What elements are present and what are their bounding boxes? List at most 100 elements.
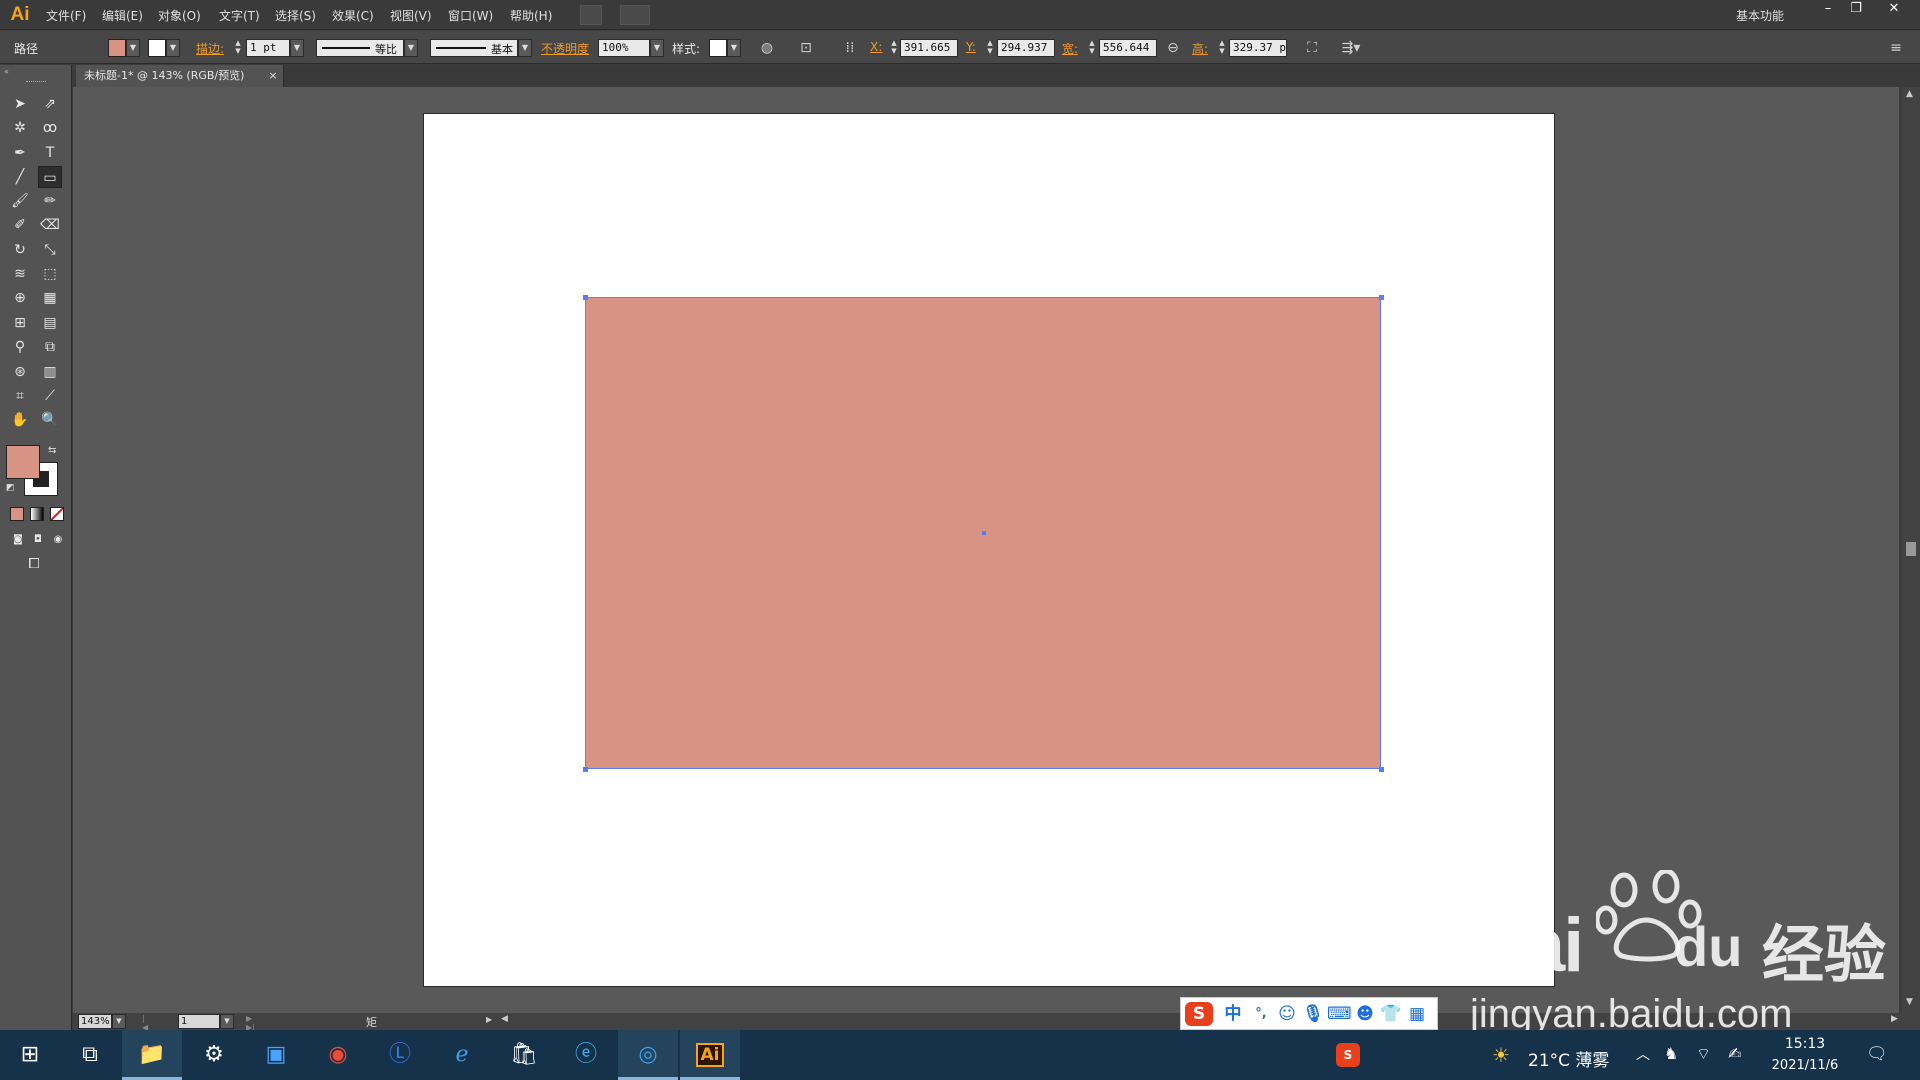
- artboard-dropdown[interactable]: ▼: [220, 1014, 234, 1029]
- scroll-up-icon[interactable]: ▲: [1906, 89, 1913, 99]
- clock-date[interactable]: 2021/11/6: [1760, 1058, 1850, 1073]
- menu-select[interactable]: 选择(S): [275, 7, 316, 25]
- ime-punctuation-label[interactable]: °,: [1249, 1002, 1273, 1026]
- recolor-artwork-icon[interactable]: ◍: [757, 38, 777, 58]
- pen-tool-icon[interactable]: ✒: [8, 142, 32, 164]
- column-graph-tool-icon[interactable]: ▥: [38, 361, 62, 383]
- y-label[interactable]: Y:: [966, 40, 976, 54]
- clock-time[interactable]: 15:13: [1770, 1036, 1840, 1052]
- fill-color-box[interactable]: [6, 445, 40, 479]
- lasso-tool-icon[interactable]: ꝏ: [38, 117, 62, 139]
- y-field[interactable]: 294.937: [997, 39, 1055, 57]
- stroke-label[interactable]: 描边:: [196, 40, 224, 57]
- menu-help[interactable]: 帮助(H): [510, 7, 552, 25]
- menu-effect[interactable]: 效果(C): [332, 7, 374, 25]
- hand-tool-icon[interactable]: ✋: [8, 409, 32, 431]
- selection-tool-icon[interactable]: ➤: [8, 93, 32, 115]
- stroke-swatch[interactable]: [148, 39, 166, 57]
- menu-file[interactable]: 文件(F): [46, 7, 86, 25]
- file-explorer-icon[interactable]: 📁: [122, 1030, 182, 1080]
- height-stepper[interactable]: ▲ ▼: [1216, 39, 1228, 57]
- width-stepper[interactable]: ▲ ▼: [1086, 39, 1098, 57]
- skin-icon[interactable]: 👕: [1379, 1002, 1403, 1026]
- gradient-tool-icon[interactable]: ▤: [38, 312, 62, 334]
- graphic-style-swatch[interactable]: [709, 39, 727, 57]
- none-mode-icon[interactable]: [50, 507, 64, 521]
- toolbox-icon[interactable]: ▦: [1405, 1002, 1429, 1026]
- restore-icon[interactable]: ❐: [1842, 0, 1870, 18]
- browser-e-icon[interactable]: ⓔ: [556, 1030, 616, 1080]
- vertical-scroll-thumb[interactable]: [1906, 542, 1916, 556]
- width-label[interactable]: 宽:: [1062, 40, 1078, 57]
- height-field[interactable]: 329.37 p: [1229, 39, 1287, 57]
- menu-edit[interactable]: 编辑(E): [102, 7, 143, 25]
- blend-tool-icon[interactable]: ⧉: [38, 336, 62, 358]
- type-tool-icon[interactable]: T: [38, 142, 62, 164]
- mesh-tool-icon[interactable]: ⊞: [8, 312, 32, 334]
- rectangle-tool-icon[interactable]: ▭: [38, 166, 62, 188]
- close-icon[interactable]: ✕: [1880, 0, 1908, 18]
- fill-dropdown[interactable]: ▼: [126, 39, 140, 57]
- height-label[interactable]: 高:: [1192, 40, 1208, 57]
- status-menu-icon[interactable]: ▶: [486, 1015, 492, 1024]
- slice-tool-icon[interactable]: ⟋: [38, 385, 62, 407]
- notification-icon[interactable]: 🗨: [1866, 1044, 1888, 1064]
- eyedropper-tool-icon[interactable]: ⚲: [8, 336, 32, 358]
- fill-swatch[interactable]: [108, 39, 126, 57]
- arrange-documents-button[interactable]: [620, 5, 650, 25]
- menu-view[interactable]: 视图(V): [390, 7, 432, 25]
- lark-l-icon[interactable]: Ⓛ: [370, 1030, 430, 1080]
- weather-icon[interactable]: ☀: [1492, 1043, 1510, 1067]
- gradient-mode-icon[interactable]: [30, 507, 44, 521]
- direct-selection-tool-icon[interactable]: ⇗: [38, 93, 62, 115]
- align-to-icon[interactable]: ⊡: [796, 38, 816, 58]
- shape-builder-tool-icon[interactable]: ⊕: [8, 287, 32, 309]
- qq-tray-icon[interactable]: ♞: [1664, 1044, 1678, 1063]
- magic-wand-tool-icon[interactable]: ✲: [8, 117, 32, 139]
- control-panel-options-icon[interactable]: ⇶▾: [1336, 38, 1366, 58]
- wifi-icon[interactable]: ⌔: [1696, 1044, 1711, 1064]
- emoji-icon[interactable]: ☺: [1275, 1002, 1299, 1026]
- start-windows-icon[interactable]: ⊞: [0, 1030, 60, 1080]
- swap-fill-stroke-icon[interactable]: ⇆: [48, 445, 56, 456]
- brush-definition[interactable]: 基本: [430, 39, 518, 57]
- x-stepper[interactable]: ▲ ▼: [888, 39, 900, 57]
- anchor-bottom-right[interactable]: [1379, 767, 1384, 772]
- zoom-tool-icon[interactable]: 🔍: [38, 409, 62, 431]
- color-mode-icon[interactable]: [10, 507, 24, 521]
- anchor-top-left[interactable]: [583, 295, 588, 300]
- tray-expand-icon[interactable]: ︿: [1636, 1044, 1650, 1064]
- paintbrush-tool-icon[interactable]: 🖌: [8, 190, 32, 212]
- profile-dropdown[interactable]: ▼: [404, 39, 418, 57]
- settings-gear-icon[interactable]: ⚙: [184, 1030, 244, 1080]
- x-label[interactable]: X:: [870, 40, 882, 54]
- screen-mode-icon[interactable]: ⧠: [22, 553, 46, 575]
- stroke-weight-field[interactable]: 1 pt: [246, 39, 290, 57]
- voice-icon[interactable]: 🎙: [1301, 1002, 1325, 1026]
- workspace-switcher[interactable]: 基本功能: [1736, 7, 1784, 24]
- isolate-object-icon[interactable]: ⛶: [1302, 38, 1322, 58]
- artboard-number-field[interactable]: 1: [178, 1014, 220, 1029]
- qq-browser-icon[interactable]: ◎: [618, 1030, 678, 1080]
- zoom-field[interactable]: 143%: [78, 1014, 112, 1029]
- pen-tray-icon[interactable]: ✍: [1728, 1044, 1741, 1063]
- eraser-tool-icon[interactable]: ⌫: [38, 214, 62, 236]
- blob-brush-tool-icon[interactable]: ✐: [8, 214, 32, 236]
- stroke-weight-stepper[interactable]: ▲ ▼: [232, 39, 244, 57]
- stroke-weight-dropdown[interactable]: ▼: [290, 39, 304, 57]
- menu-object[interactable]: 对象(O): [158, 7, 201, 25]
- scale-tool-icon[interactable]: ⤡: [38, 239, 62, 261]
- brush-dropdown[interactable]: ▼: [518, 39, 532, 57]
- menu-type[interactable]: 文字(T): [219, 7, 260, 25]
- collapse-panel-icon[interactable]: «: [4, 67, 9, 76]
- center-point[interactable]: [982, 531, 986, 535]
- artboard-tool-icon[interactable]: ⌗: [8, 385, 32, 407]
- default-fill-stroke-icon[interactable]: ◩: [6, 483, 15, 493]
- opacity-field[interactable]: 100%: [598, 39, 650, 57]
- x-field[interactable]: 391.665: [900, 39, 958, 57]
- width-field[interactable]: 556.644: [1099, 39, 1157, 57]
- bridge-button[interactable]: [580, 5, 602, 25]
- internet-explorer-icon[interactable]: ℯ: [432, 1030, 492, 1080]
- zoom-dropdown[interactable]: ▼: [112, 1014, 126, 1029]
- transform-reference-icon[interactable]: ⁞⁞: [840, 38, 860, 58]
